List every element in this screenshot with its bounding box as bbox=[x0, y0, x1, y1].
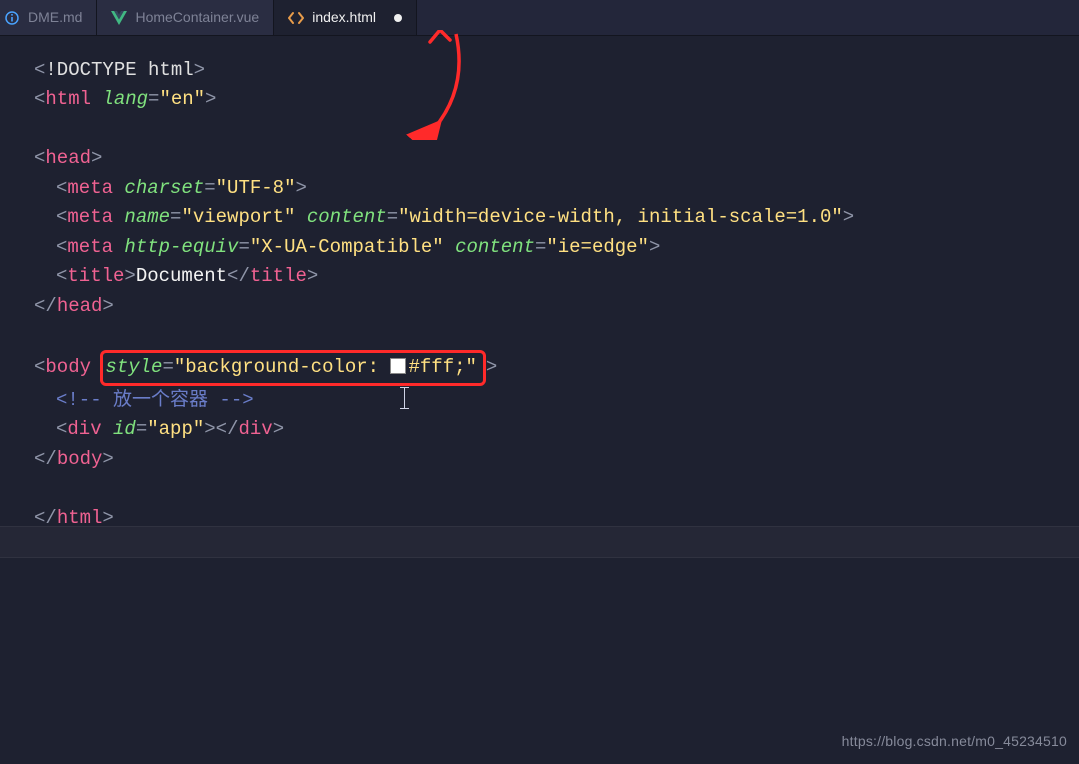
code-editor[interactable]: <!DOCTYPE html> <html lang="en"> <head> … bbox=[0, 36, 1079, 764]
editor-window: DME.md HomeContainer.vue index.html <!D bbox=[0, 0, 1079, 763]
code-line: <head> bbox=[34, 144, 1079, 173]
tab-homecontainer[interactable]: HomeContainer.vue bbox=[97, 0, 274, 35]
code-line: <!-- 放一个容器 --> bbox=[34, 386, 1079, 415]
tab-index-html[interactable]: index.html bbox=[274, 0, 417, 35]
code-line: <meta name="viewport" content="width=dev… bbox=[34, 203, 1079, 232]
tab-label: index.html bbox=[312, 7, 376, 29]
tab-bar: DME.md HomeContainer.vue index.html bbox=[0, 0, 1079, 36]
code-line: <html lang="en"> bbox=[34, 85, 1079, 114]
dirty-indicator-icon bbox=[394, 14, 402, 22]
highlighted-attribute: style="background-color: #fff;" bbox=[100, 350, 485, 385]
code-line: </html> bbox=[34, 504, 1079, 533]
tab-label: HomeContainer.vue bbox=[135, 7, 259, 29]
code-line: <!DOCTYPE html> bbox=[34, 56, 1079, 85]
code-line: <meta http-equiv="X-UA-Compatible" conte… bbox=[34, 233, 1079, 262]
code-line: <meta charset="UTF-8"> bbox=[34, 174, 1079, 203]
code-line: <div id="app"></div> bbox=[34, 415, 1079, 444]
code-line: </head> bbox=[34, 292, 1079, 321]
code-icon bbox=[288, 10, 304, 26]
tab-readme[interactable]: DME.md bbox=[0, 0, 97, 35]
text-cursor-icon bbox=[404, 387, 405, 409]
code-line: </body> bbox=[34, 445, 1079, 474]
vue-icon bbox=[111, 10, 127, 26]
code-line: <body style="background-color: #fff;"> bbox=[34, 350, 1079, 385]
code-line: <title>Document</title> bbox=[34, 262, 1079, 291]
tab-label: DME.md bbox=[28, 7, 82, 29]
info-icon bbox=[4, 10, 20, 26]
color-swatch-icon bbox=[390, 358, 406, 374]
